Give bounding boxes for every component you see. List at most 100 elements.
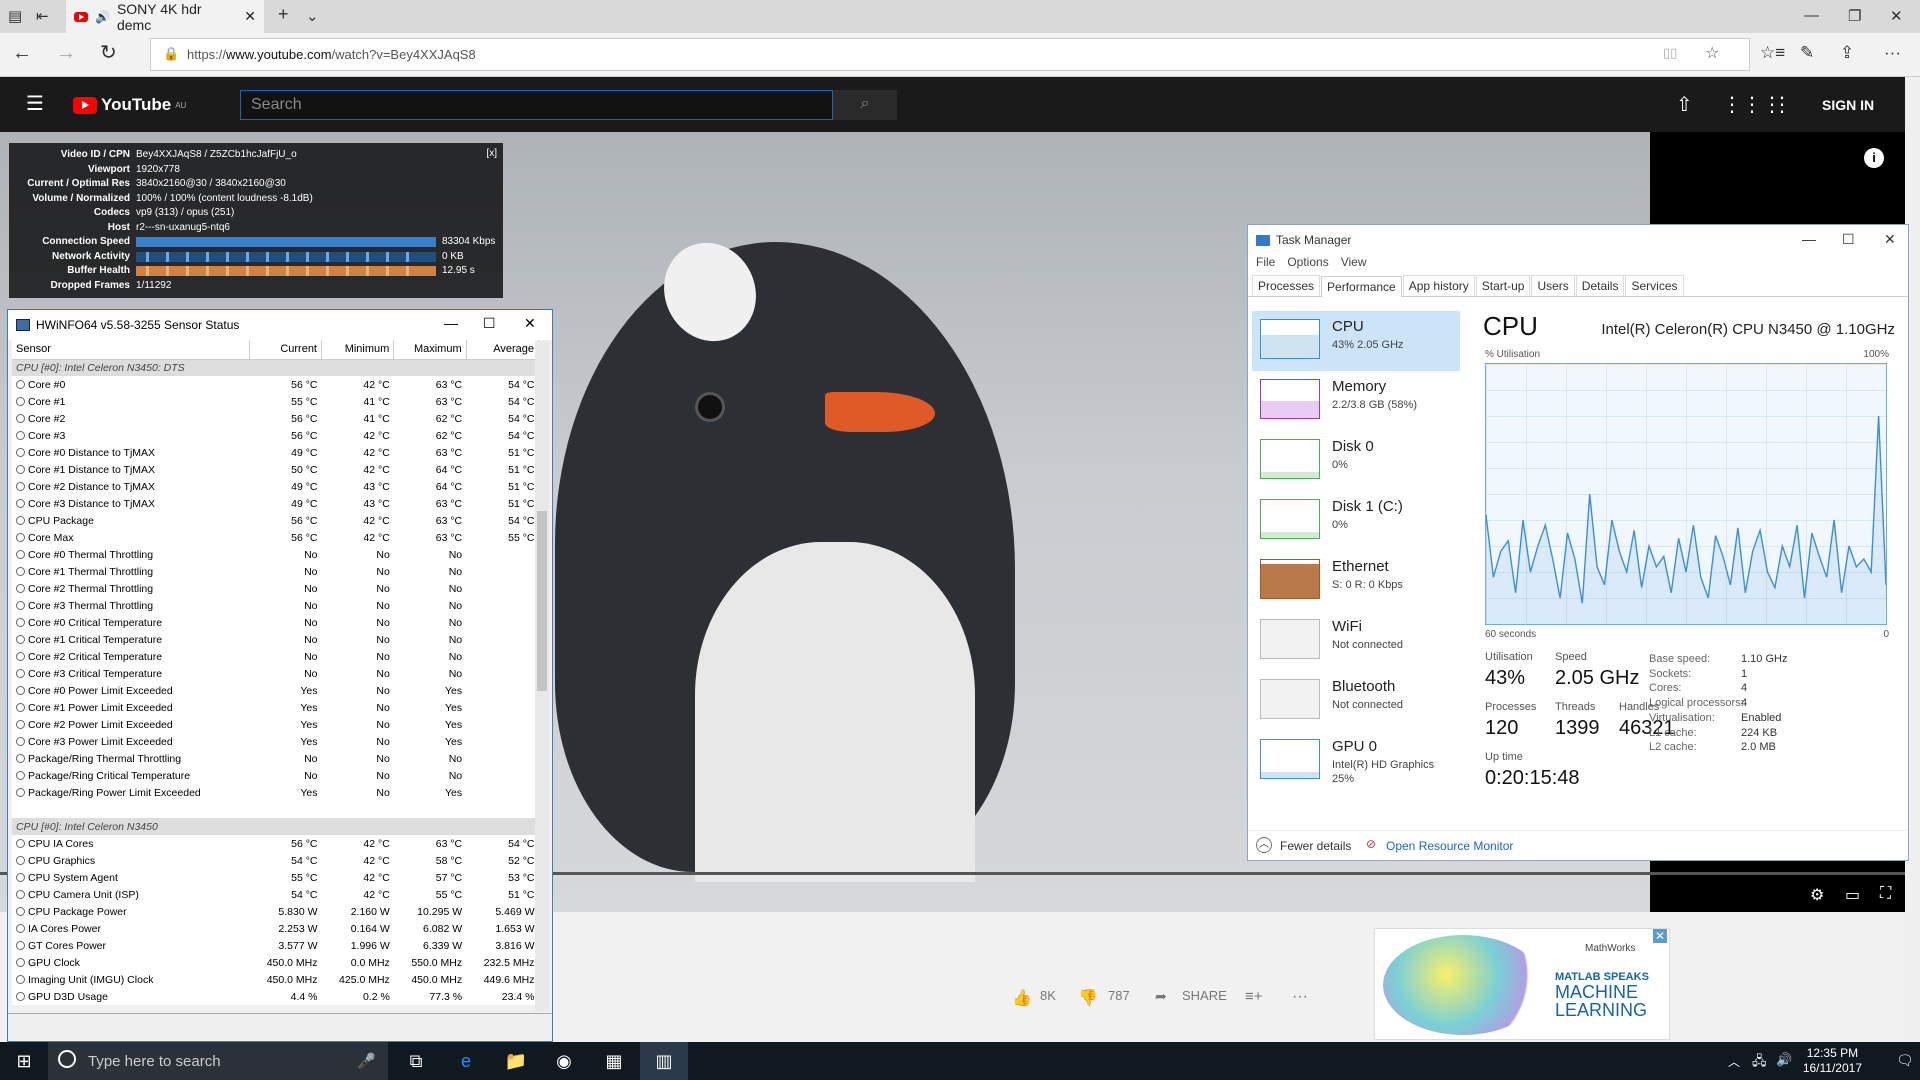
- restore-icon[interactable]: ❐: [1848, 7, 1861, 25]
- dislike-icon[interactable]: 👎: [1078, 988, 1098, 1008]
- info-icon[interactable]: i: [1864, 148, 1884, 168]
- favorites-hub-icon[interactable]: ☆≡: [1760, 43, 1785, 63]
- notes-pen-icon[interactable]: ✎: [1800, 43, 1814, 63]
- sensor-row[interactable]: Core #3 Critical Temperature No No No: [12, 665, 539, 682]
- set-aside-tabs-icon[interactable]: ⇤: [36, 7, 49, 25]
- add-to-playlist-icon[interactable]: ≡+: [1245, 988, 1263, 1005]
- sensor-row[interactable]: CPU IA Cores 56 °C 42 °C 63 °C 54 °C: [12, 835, 539, 852]
- resource-item[interactable]: Bluetooth Not connected: [1252, 671, 1460, 731]
- sensor-row[interactable]: Core Max 56 °C 42 °C 63 °C 55 °C: [12, 529, 539, 546]
- resource-item[interactable]: Ethernet S: 0 R: 0 Kbps: [1252, 551, 1460, 611]
- sensor-row[interactable]: Core #1 Distance to TjMAX 50 °C 42 °C 64 °C…: [12, 461, 539, 478]
- task-view-icon[interactable]: ⧉: [392, 1042, 440, 1080]
- sensor-row[interactable]: Core #1 Power Limit Exceeded Yes No Yes: [12, 699, 539, 716]
- sensor-row[interactable]: Core #0 56 °C 42 °C 63 °C 54 °C: [12, 376, 539, 393]
- browser-tab[interactable]: 🔊 SONY 4K hdr demc ✕: [66, 0, 264, 33]
- tm-tab[interactable]: Processes: [1252, 275, 1321, 296]
- column-header[interactable]: Current: [249, 340, 323, 360]
- forward-icon[interactable]: →: [56, 43, 76, 63]
- tab-manager-icon[interactable]: ▤: [8, 7, 22, 25]
- sensor-row[interactable]: GPU D3D Usage 4.4 % 0.2 % 77.3 % 23.4 %: [12, 988, 539, 1005]
- tm-tab[interactable]: Performance: [1321, 276, 1402, 297]
- sensor-row[interactable]: IA Cores Power 2.253 W 0.164 W 6.082 W 1.653…: [12, 920, 539, 937]
- sensor-row[interactable]: Core #3 Distance to TjMAX 49 °C 43 °C 63 °C…: [12, 495, 539, 512]
- column-header[interactable]: Maximum: [393, 340, 467, 360]
- resource-item[interactable]: GPU 0 Intel(R) HD Graphics 25%: [1252, 731, 1460, 791]
- hw-close-icon[interactable]: ✕: [524, 315, 536, 332]
- tm-minimize-icon[interactable]: —: [1802, 231, 1816, 247]
- sensor-row[interactable]: Core #0 Power Limit Exceeded Yes No Yes: [12, 682, 539, 699]
- sensor-row[interactable]: Core #0 Critical Temperature No No No: [12, 614, 539, 631]
- sensor-row[interactable]: Core #1 Thermal Throttling No No No: [12, 563, 539, 580]
- notifications-icon[interactable]: 🗨: [1896, 1052, 1914, 1069]
- minimize-icon[interactable]: —: [1804, 7, 1819, 24]
- tm-tab[interactable]: Start-up: [1475, 275, 1531, 296]
- menu-item[interactable]: Options: [1287, 255, 1328, 275]
- sensor-row[interactable]: Core #2 Critical Temperature No No No: [12, 648, 539, 665]
- sensor-row[interactable]: Core #1 55 °C 41 °C 63 °C 54 °C: [12, 393, 539, 410]
- menu-item[interactable]: View: [1341, 255, 1367, 275]
- task-manager-taskbar-icon[interactable]: ▥: [640, 1042, 688, 1080]
- resource-item[interactable]: Disk 1 (C:) 0%: [1252, 491, 1460, 551]
- hwinfo-taskbar-icon[interactable]: ▦: [590, 1042, 638, 1080]
- sign-in-button[interactable]: SIGN IN: [1822, 97, 1874, 113]
- menu-item[interactable]: File: [1256, 255, 1275, 275]
- sensor-row[interactable]: Core #2 Thermal Throttling No No No: [12, 580, 539, 597]
- tm-tab[interactable]: Services: [1625, 275, 1684, 296]
- upload-icon[interactable]: ⇧: [1676, 92, 1693, 117]
- sensor-row[interactable]: CPU System Agent 55 °C 42 °C 57 °C 53 °C: [12, 869, 539, 886]
- volume-icon[interactable]: 🔊: [1776, 1052, 1792, 1068]
- chrome-icon[interactable]: ◉: [540, 1042, 588, 1080]
- resource-item[interactable]: Memory 2.2/3.8 GB (58%): [1252, 371, 1460, 431]
- sensor-row[interactable]: Core #2 Distance to TjMAX 49 °C 43 °C 64 °C…: [12, 478, 539, 495]
- tm-close-icon[interactable]: ✕: [1884, 231, 1896, 248]
- sensor-row[interactable]: Package/Ring Power Limit Exceeded Yes No Ye…: [12, 784, 539, 801]
- file-explorer-icon[interactable]: 📁: [492, 1042, 540, 1080]
- hwinfo-titlebar[interactable]: HWiNFO64 v5.58-3255 Sensor Status — ☐ ✕: [8, 310, 552, 340]
- column-header[interactable]: Minimum: [321, 340, 395, 360]
- sensor-row[interactable]: Core #3 Thermal Throttling No No No: [12, 597, 539, 614]
- address-field[interactable]: 🔒 https://www.youtube.com/watch?v=Bey4XX…: [150, 38, 1750, 71]
- sensor-row[interactable]: CPU Package 56 °C 42 °C 63 °C 54 °C: [12, 512, 539, 529]
- sensor-row[interactable]: CPU Package Power 5.830 W 2.160 W 10.295 W 5…: [12, 903, 539, 920]
- refresh-icon[interactable]: ↻: [100, 43, 117, 63]
- tab-preview-chevron-icon[interactable]: ⌄: [306, 7, 319, 25]
- column-header[interactable]: Average: [466, 340, 540, 360]
- ad-close-icon[interactable]: ✕: [1653, 929, 1667, 943]
- sensor-group-row[interactable]: CPU [#0]: Intel Celeron N3450: [12, 818, 539, 835]
- search-button[interactable]: ⌕: [833, 90, 897, 120]
- new-tab-icon[interactable]: +: [278, 4, 289, 25]
- column-header[interactable]: Sensor: [12, 340, 250, 360]
- tm-titlebar[interactable]: Task Manager — ☐ ✕: [1248, 225, 1908, 255]
- reading-view-icon[interactable]: ▯▯: [1663, 45, 1677, 61]
- sensor-row[interactable]: Package/Ring Thermal Throttling No No No: [12, 750, 539, 767]
- settings-dots-icon[interactable]: ⋮: [1772, 92, 1792, 117]
- sensor-group-row[interactable]: CPU [#0]: Intel Celeron N3450: DTS: [12, 359, 539, 376]
- stats-close-button[interactable]: [x]: [486, 147, 497, 162]
- sensor-row[interactable]: Core #1 Critical Temperature No No No: [12, 631, 539, 648]
- sensor-row[interactable]: Core #2 Power Limit Exceeded Yes No Yes: [12, 716, 539, 733]
- tm-tab[interactable]: App history: [1402, 275, 1475, 296]
- resource-item[interactable]: Disk 0 0%: [1252, 431, 1460, 491]
- sensor-row[interactable]: Core #0 Thermal Throttling No No No: [12, 546, 539, 563]
- share-button[interactable]: SHARE: [1182, 988, 1227, 1003]
- hw-minimize-icon[interactable]: —: [444, 315, 458, 331]
- scroll-thumb[interactable]: [537, 511, 547, 691]
- tm-maximize-icon[interactable]: ☐: [1842, 231, 1855, 248]
- sensor-row[interactable]: Core #2 56 °C 41 °C 62 °C 54 °C: [12, 410, 539, 427]
- sensor-row[interactable]: CPU Graphics 54 °C 42 °C 58 °C 52 °C: [12, 852, 539, 869]
- sensor-row[interactable]: GT Cores Power 3.577 W 1.996 W 6.339 W 3.816…: [12, 937, 539, 954]
- sensor-row[interactable]: CPU Camera Unit (ISP) 54 °C 42 °C 55 °C 51 °…: [12, 886, 539, 903]
- windows-start-icon[interactable]: ⊞: [0, 1042, 48, 1080]
- open-resource-monitor-link[interactable]: Open Resource Monitor: [1386, 839, 1513, 853]
- resource-item[interactable]: WiFi Not connected: [1252, 611, 1460, 671]
- favorite-star-icon[interactable]: ☆: [1705, 43, 1719, 63]
- youtube-logo[interactable]: YouTube AU: [73, 95, 186, 115]
- close-tab-icon[interactable]: ✕: [244, 8, 256, 25]
- tm-tab[interactable]: Users: [1531, 275, 1575, 296]
- menu-icon[interactable]: ☰: [26, 91, 44, 116]
- sensor-row[interactable]: GPU Clock 450.0 MHz 0.0 MHz 550.0 MHz 232.5 …: [12, 954, 539, 971]
- settings-gear-icon[interactable]: ⚙: [1810, 885, 1824, 905]
- sensor-row[interactable]: Package/Ring Critical Temperature No No No: [12, 767, 539, 784]
- tray-chevron-icon[interactable]: ︿: [1728, 1053, 1740, 1070]
